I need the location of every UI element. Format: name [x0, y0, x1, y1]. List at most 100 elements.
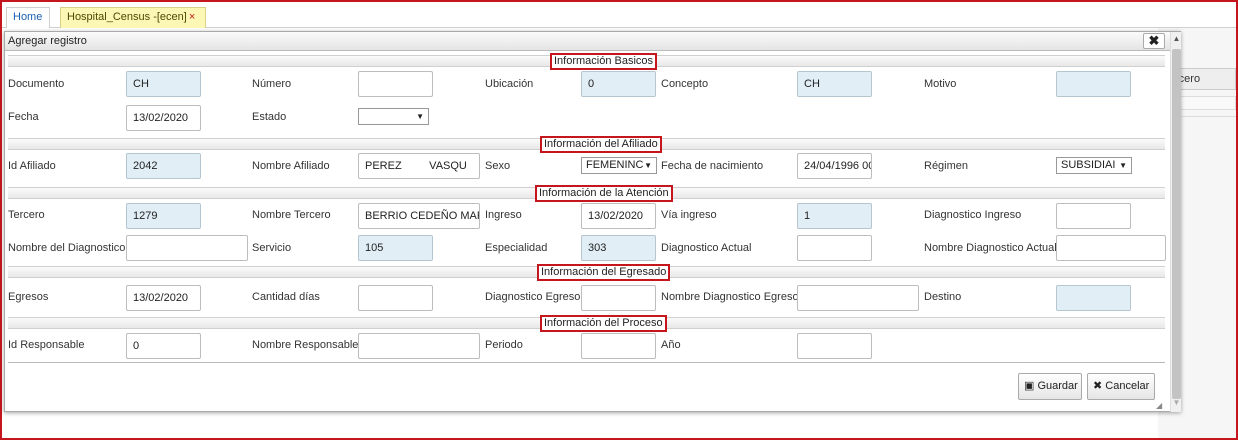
add-record-dialog: Agregar registro ✖ ▲ ▼ Información Basic… — [4, 31, 1181, 412]
save-label: Guardar — [1037, 380, 1078, 392]
especialidad-field[interactable]: 303 — [581, 235, 656, 261]
regimen-label: Régimen — [924, 160, 969, 172]
nombre-tercero-label: Nombre Tercero — [252, 209, 331, 221]
section-egresado-bar: Información del Egresado — [8, 264, 1165, 281]
sexo-selected: FEMENINC — [586, 159, 644, 171]
via-ingreso-field[interactable]: 1 — [797, 203, 872, 229]
anio-field[interactable] — [797, 333, 872, 359]
chevron-down-icon: ▼ — [1119, 161, 1127, 170]
scroll-thumb[interactable] — [1172, 49, 1181, 399]
section-proceso-title: Información del Proceso — [540, 315, 667, 332]
concepto-label: Concepto — [661, 78, 709, 90]
cancel-label: Cancelar — [1105, 380, 1150, 392]
ingreso-field[interactable]: 13/02/2020 — [581, 203, 656, 229]
section-afiliado-title: Información del Afiliado — [540, 136, 662, 153]
cancel-button[interactable]: ✖ Cancelar — [1087, 373, 1155, 400]
anio-label: Año — [661, 339, 681, 351]
diagnostico-actual-label: Diagnostico Actual — [661, 242, 752, 254]
fecha-label: Fecha — [8, 111, 39, 123]
section-proceso-bar: Información del Proceso — [8, 315, 1165, 332]
save-icon: ▣ — [1024, 380, 1035, 392]
servicio-field[interactable]: 105 — [358, 235, 433, 261]
nombre-responsable-label: Nombre Responsable — [252, 339, 359, 351]
fecha-nacimiento-field[interactable]: 24/04/1996 00 — [797, 153, 872, 179]
resize-handle-icon[interactable]: ◢ — [1156, 401, 1162, 410]
close-dialog-button[interactable]: ✖ — [1143, 33, 1165, 49]
tab-census-label: Hospital_Census -[ecen] — [67, 11, 187, 23]
section-afiliado-bar: Información del Afiliado — [8, 136, 1165, 153]
section-basicos-bar: Información Basicos — [8, 53, 1165, 70]
nombre-tercero-field[interactable]: BERRIO CEDEÑO MARI — [358, 203, 480, 229]
egresos-field[interactable]: 13/02/2020 — [126, 285, 201, 311]
documento-field[interactable]: CH — [126, 71, 201, 97]
fecha-nacimiento-label: Fecha de nacimiento — [661, 160, 764, 172]
dialog-titlebar[interactable]: Agregar registro ✖ — [5, 32, 1170, 51]
tab-hospital-census[interactable]: Hospital_Census -[ecen] × — [60, 7, 206, 28]
tercero-label: Tercero — [8, 209, 45, 221]
periodo-label: Periodo — [485, 339, 523, 351]
servicio-label: Servicio — [252, 242, 292, 254]
tercero-field[interactable]: 1279 — [126, 203, 201, 229]
tab-bar: Home Hospital_Census -[ecen] × — [2, 2, 1236, 28]
nombre-responsable-field[interactable] — [358, 333, 480, 359]
numero-field[interactable] — [358, 71, 433, 97]
section-atencion-title: Información de la Atención — [535, 185, 673, 202]
tab-home[interactable]: Home — [6, 7, 50, 28]
scroll-up-icon[interactable]: ▲ — [1171, 34, 1182, 46]
estado-select[interactable]: ▼ — [358, 108, 429, 125]
chevron-down-icon: ▼ — [416, 112, 424, 121]
save-button[interactable]: ▣ Guardar — [1018, 373, 1082, 400]
cantidad-dias-field[interactable] — [358, 285, 433, 311]
regimen-selected: SUBSIDIAI — [1061, 159, 1116, 171]
diagnostico-ingreso-field[interactable] — [1056, 203, 1131, 229]
periodo-field[interactable] — [581, 333, 656, 359]
documento-label: Documento — [8, 78, 65, 90]
cantidad-dias-label: Cantidad días — [252, 291, 320, 303]
destino-field[interactable] — [1056, 285, 1131, 311]
diagnostico-actual-field[interactable] — [797, 235, 872, 261]
nombre-afiliado-label: Nombre Afiliado — [252, 160, 330, 172]
ubicacion-label: Ubicación — [485, 78, 534, 90]
via-ingreso-label: Vía ingreso — [661, 209, 717, 221]
numero-label: Número — [252, 78, 292, 90]
egresos-label: Egresos — [8, 291, 49, 303]
nombre-diagnostico-egreso-field[interactable] — [797, 285, 919, 311]
id-responsable-field[interactable]: 0 — [126, 333, 201, 359]
dialog-title: Agregar registro — [8, 35, 87, 47]
nombre-diagnostico-label: Nombre del Diagnostico — [8, 242, 126, 254]
scroll-down-icon[interactable]: ▼ — [1171, 398, 1182, 410]
tab-home-label: Home — [13, 11, 43, 23]
sexo-label: Sexo — [485, 160, 511, 172]
sexo-select[interactable]: FEMENINC ▼ — [581, 157, 657, 174]
chevron-down-icon: ▼ — [644, 161, 652, 170]
nombre-afiliado-field[interactable]: PEREZ VASQU — [358, 153, 480, 179]
section-egresado-title: Información del Egresado — [537, 264, 671, 281]
motivo-field[interactable] — [1056, 71, 1131, 97]
destino-label: Destino — [924, 291, 962, 303]
nombre-diagnostico-field[interactable] — [126, 235, 248, 261]
motivo-label: Motivo — [924, 78, 957, 90]
section-atencion-bar: Información de la Atención — [8, 185, 1165, 202]
id-responsable-label: Id Responsable — [8, 339, 85, 351]
fecha-field[interactable]: 13/02/2020 — [126, 105, 201, 131]
diagnostico-ingreso-label: Diagnostico Ingreso — [924, 209, 1022, 221]
vertical-scrollbar[interactable]: ▲ ▼ — [1170, 32, 1181, 412]
id-afiliado-field[interactable]: 2042 — [126, 153, 201, 179]
close-tab-icon[interactable]: × — [189, 11, 195, 23]
diagnostico-egreso-label: Diagnostico Egreso — [485, 291, 581, 303]
cancel-icon: ✖ — [1093, 380, 1103, 392]
footer-divider — [8, 362, 1165, 363]
regimen-select[interactable]: SUBSIDIAI ▼ — [1056, 157, 1132, 174]
close-icon: ✖ — [1148, 33, 1160, 48]
nombre-diagnostico-actual-label: Nombre Diagnostico Actual — [924, 242, 1057, 254]
nombre-diagnostico-actual-field[interactable] — [1056, 235, 1166, 261]
id-afiliado-label: Id Afiliado — [8, 160, 56, 172]
ingreso-label: Ingreso — [485, 209, 522, 221]
section-basicos-title: Información Basicos — [550, 53, 658, 70]
nombre-diagnostico-egreso-label: Nombre Diagnostico Egreso — [661, 291, 799, 303]
ubicacion-field[interactable]: 0 — [581, 71, 656, 97]
concepto-field[interactable]: CH — [797, 71, 872, 97]
especialidad-label: Especialidad — [485, 242, 548, 254]
diagnostico-egreso-field[interactable] — [581, 285, 656, 311]
estado-label: Estado — [252, 111, 287, 123]
